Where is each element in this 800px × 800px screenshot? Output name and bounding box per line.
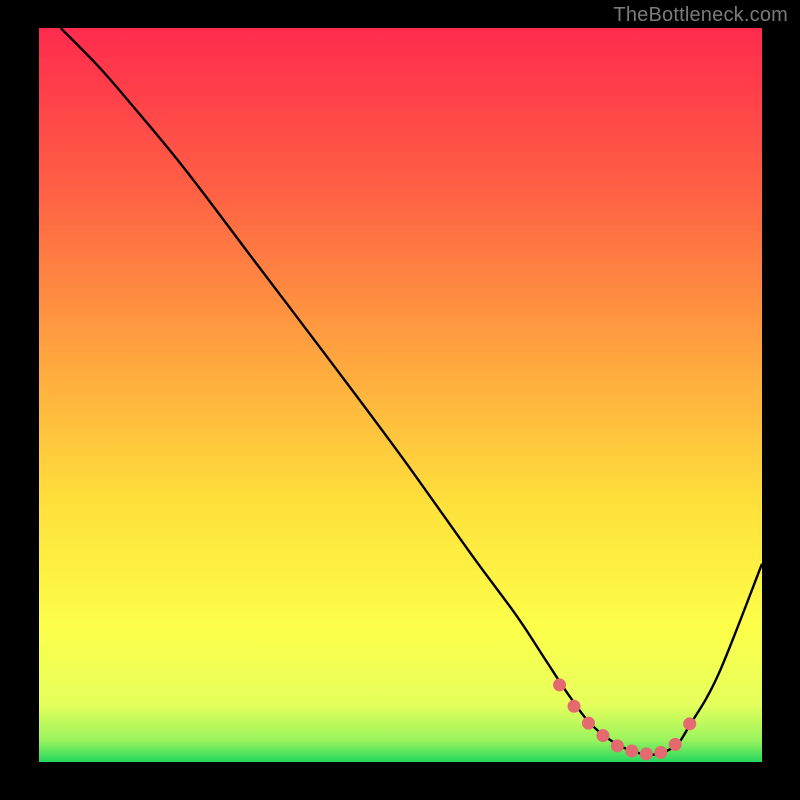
optimal-marker	[669, 738, 682, 751]
gradient-background	[39, 28, 762, 762]
optimal-marker	[683, 717, 696, 730]
chart-svg	[39, 28, 762, 762]
watermark-text: TheBottleneck.com	[613, 4, 788, 27]
chart-container: TheBottleneck.com	[0, 0, 800, 800]
optimal-marker	[582, 717, 595, 730]
optimal-marker	[611, 739, 624, 752]
optimal-marker	[640, 747, 653, 760]
plot-area	[39, 28, 762, 762]
optimal-marker	[625, 744, 638, 757]
optimal-marker	[553, 678, 566, 691]
optimal-marker	[596, 729, 609, 742]
optimal-marker	[568, 700, 581, 713]
optimal-marker	[654, 746, 667, 759]
